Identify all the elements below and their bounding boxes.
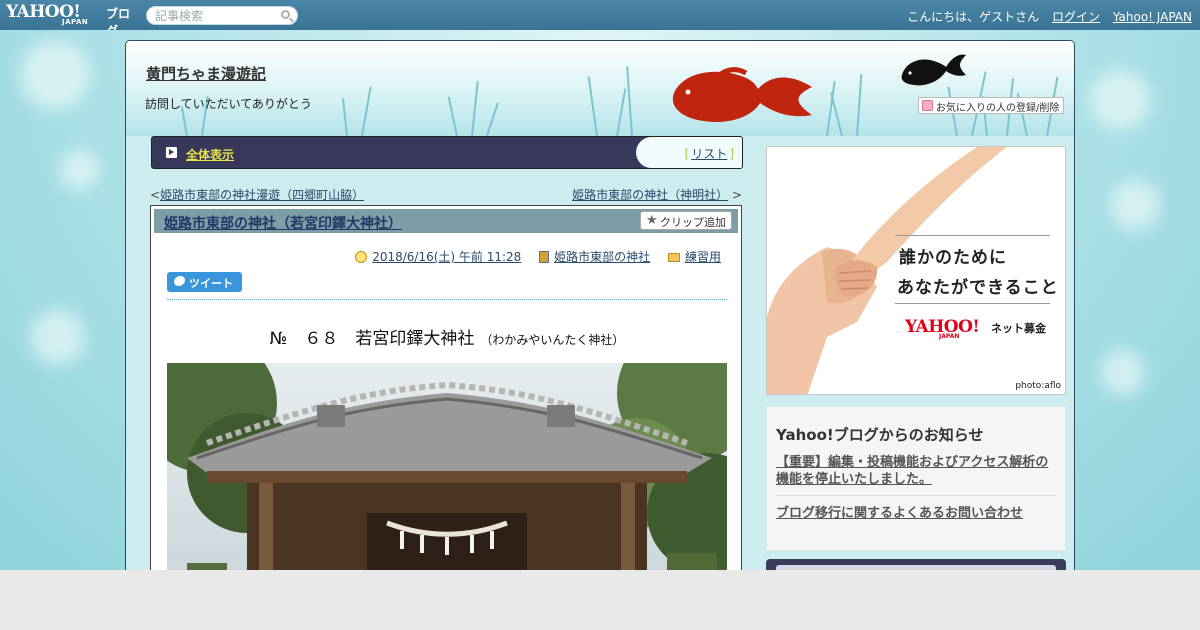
article-title[interactable]: 姫路市東部の神社（若宮印鐸大神社）: [164, 213, 402, 233]
top-bar: YAHOO! JAPAN ブログ こんにちは、ゲストさん ログイン Yahoo!…: [0, 0, 1200, 38]
grass-blade: [587, 76, 598, 137]
magnifier-icon[interactable]: [281, 10, 290, 19]
login-link[interactable]: ログイン: [1052, 10, 1100, 24]
yahoo-blog-logo[interactable]: YAHOO! JAPAN ブログ: [6, 2, 140, 38]
donation-ad-banner[interactable]: 誰かのために あなたができること YAHOO! JAPAN ネット募金 phot…: [766, 146, 1066, 395]
ad-service-name: ネット募金: [991, 322, 1046, 335]
page-bottom: [0, 570, 1200, 630]
book-icon: [539, 251, 550, 263]
article-header: 姫路市東部の神社（若宮印鐸大神社） ★ クリップ追加: [154, 209, 738, 233]
blog-frame: 黄門ちゃま漫遊記 訪問していただいてありがとう お気に入りの人の登録/削除 全体…: [125, 40, 1075, 600]
grass-blade: [616, 88, 627, 137]
notice-divider: [776, 495, 1056, 496]
user-links: こんにちは、ゲストさん ログイン Yahoo! JAPAN: [898, 8, 1192, 25]
notice-item: ブログ移行に関するよくあるお問い合わせ: [776, 502, 1023, 521]
show-all-link[interactable]: 全体表示: [186, 146, 234, 163]
search-box: [146, 6, 298, 25]
black-fish-decoration: [901, 54, 966, 86]
grass-blade: [830, 92, 843, 137]
clock-icon: [355, 251, 368, 263]
article-heading: № ６８ 若宮印鐸大神社 （わかみやいんたく神社）: [151, 324, 743, 349]
list-link-container: [リスト]: [636, 137, 742, 168]
folder-icon: [667, 253, 680, 262]
blog-subtitle: 訪問していただいてありがとう: [145, 97, 312, 111]
prev-article: <姫路市東部の神社漫遊（四郷町山脇）: [150, 186, 364, 203]
article: 姫路市東部の神社（若宮印鐸大神社） ★ クリップ追加 2018/6/16(土) …: [150, 205, 743, 599]
favorite-register-button[interactable]: お気に入りの人の登録/削除: [918, 97, 1064, 114]
grass-blade: [856, 74, 863, 137]
shrine-photo: [167, 363, 727, 599]
prev-article-link[interactable]: 姫路市東部の神社漫遊（四郷町山脇）: [160, 188, 364, 202]
next-article-link[interactable]: 姫路市東部の神社（神明社）: [572, 188, 728, 202]
tweet-button[interactable]: ツイート: [167, 272, 242, 292]
grass-blade: [361, 86, 372, 137]
ad-divider-bottom: [895, 303, 1050, 304]
logo-japan-text: JAPAN: [62, 18, 89, 26]
notice-link-important[interactable]: 【重要】編集・投稿機能およびアクセス解析の機能を停止いたしました。: [776, 455, 1048, 487]
grass-blade: [626, 66, 633, 137]
handshake-image: [767, 147, 1007, 394]
twitter-bird-icon: [174, 276, 185, 286]
ad-photo-credit: photo:aflo: [1015, 381, 1061, 391]
article-heading-reading: （わかみやいんたく神社）: [480, 333, 625, 347]
tweet-button-label: ツイート: [189, 277, 233, 290]
grass-blade: [342, 98, 348, 137]
next-article: 姫路市東部の神社（神明社） >: [572, 186, 742, 203]
article-heading-text: № ６８ 若宮印鐸大神社: [269, 329, 475, 349]
prev-arrow: <: [150, 188, 161, 202]
search-input[interactable]: [155, 9, 275, 23]
favorite-button-label: お気に入りの人の登録/削除: [936, 103, 1060, 114]
ad-yahoo-japan-text: JAPAN: [939, 333, 960, 340]
bracket-close: ]: [729, 147, 734, 161]
greeting-text: こんにちは、ゲストさん: [907, 10, 1040, 24]
goldfish-decoration: [672, 67, 812, 123]
article-divider: [167, 299, 727, 300]
yahoo-japan-link[interactable]: Yahoo! JAPAN: [1113, 10, 1192, 24]
clip-button-label: クリップ追加: [660, 216, 726, 229]
star-icon: ★: [646, 213, 658, 228]
ad-headline-1: 誰かのために: [899, 248, 1007, 268]
clip-add-button[interactable]: ★ クリップ追加: [640, 211, 732, 230]
notice-link-faq[interactable]: ブログ移行に関するよくあるお問い合わせ: [776, 506, 1023, 521]
notice-item: 【重要】編集・投稿機能およびアクセス解析の機能を停止いたしました。: [776, 454, 1059, 488]
grass-blade: [447, 96, 458, 137]
ad-divider-top: [895, 235, 1050, 236]
blog-header: 黄門ちゃま漫遊記 訪問していただいてありがとう お気に入りの人の登録/削除: [126, 41, 1074, 137]
article-date-link[interactable]: 2018/6/16(土) 午前 11:28: [372, 250, 521, 264]
notice-panel: Yahoo!ブログからのお知らせ 【重要】編集・投稿機能およびアクセス解析の機能…: [766, 406, 1066, 551]
article-meta: 2018/6/16(土) 午前 11:28 姫路市東部の神社 練習用: [341, 248, 721, 265]
article-category-link[interactable]: 姫路市東部の神社: [554, 250, 650, 264]
list-link[interactable]: リスト: [691, 147, 727, 161]
notice-title: Yahoo!ブログからのお知らせ: [776, 426, 984, 444]
play-arrow-icon: [166, 147, 177, 158]
heart-icon: [922, 100, 933, 111]
next-arrow: >: [731, 188, 742, 202]
bracket-open: [: [684, 147, 690, 161]
article-nav-bar: 全体表示 [リスト]: [151, 136, 743, 169]
grass-blade: [471, 81, 479, 137]
blog-title[interactable]: 黄門ちゃま漫遊記: [146, 63, 266, 84]
grass-blade: [486, 102, 499, 137]
article-folder-link[interactable]: 練習用: [685, 250, 721, 264]
ad-headline-2: あなたができること: [897, 278, 1059, 298]
